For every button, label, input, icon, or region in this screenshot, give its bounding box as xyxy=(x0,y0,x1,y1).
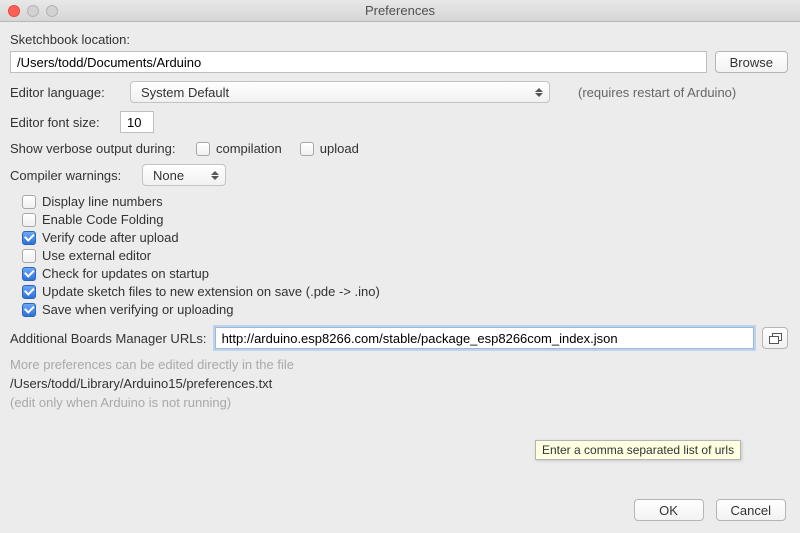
select-arrows-icon xyxy=(535,88,543,97)
update-sketch-extension-label: Update sketch files to new extension on … xyxy=(42,284,380,299)
urls-tooltip: Enter a comma separated list of urls xyxy=(535,440,741,460)
titlebar: Preferences xyxy=(0,0,800,22)
language-hint: (requires restart of Arduino) xyxy=(578,85,736,100)
window-title: Preferences xyxy=(0,3,800,18)
dialog-footer: OK Cancel xyxy=(634,499,786,521)
editor-language-select[interactable]: System Default xyxy=(130,81,550,103)
verify-code-after-upload-checkbox[interactable] xyxy=(22,231,36,245)
browse-button[interactable]: Browse xyxy=(715,51,788,73)
compiler-warnings-select[interactable]: None xyxy=(142,164,226,186)
update-sketch-extension-checkbox[interactable] xyxy=(22,285,36,299)
enable-code-folding-checkbox[interactable] xyxy=(22,213,36,227)
editor-language-label: Editor language: xyxy=(10,85,122,100)
select-arrows-icon xyxy=(211,171,219,180)
display-line-numbers-checkbox[interactable] xyxy=(22,195,36,209)
font-size-input[interactable] xyxy=(120,111,154,133)
compilation-label: compilation xyxy=(216,141,282,156)
enable-code-folding-label: Enable Code Folding xyxy=(42,212,163,227)
editor-language-value: System Default xyxy=(141,85,229,100)
sketchbook-path-input[interactable] xyxy=(10,51,707,73)
upload-checkbox[interactable] xyxy=(300,142,314,156)
additional-urls-label: Additional Boards Manager URLs: xyxy=(10,331,207,346)
edit-only-note: (edit only when Arduino is not running) xyxy=(10,395,788,410)
save-when-verifying-label: Save when verifying or uploading xyxy=(42,302,234,317)
check-for-updates-label: Check for updates on startup xyxy=(42,266,209,281)
verify-code-after-upload-label: Verify code after upload xyxy=(42,230,179,245)
ok-button[interactable]: OK xyxy=(634,499,704,521)
font-size-label: Editor font size: xyxy=(10,115,112,130)
preferences-file-path: /Users/todd/Library/Arduino15/preference… xyxy=(10,376,788,391)
compilation-checkbox[interactable] xyxy=(196,142,210,156)
more-prefs-line: More preferences can be edited directly … xyxy=(10,357,788,372)
compiler-warnings-label: Compiler warnings: xyxy=(10,168,134,183)
additional-urls-input[interactable] xyxy=(215,327,754,349)
verbose-label: Show verbose output during: xyxy=(10,141,188,156)
save-when-verifying-checkbox[interactable] xyxy=(22,303,36,317)
check-for-updates-checkbox[interactable] xyxy=(22,267,36,281)
use-external-editor-checkbox[interactable] xyxy=(22,249,36,263)
window-stack-icon xyxy=(769,333,782,344)
use-external-editor-label: Use external editor xyxy=(42,248,151,263)
upload-label: upload xyxy=(320,141,359,156)
sketchbook-label: Sketchbook location: xyxy=(10,32,130,47)
additional-urls-expand-button[interactable] xyxy=(762,327,788,349)
display-line-numbers-label: Display line numbers xyxy=(42,194,163,209)
cancel-button[interactable]: Cancel xyxy=(716,499,786,521)
compiler-warnings-value: None xyxy=(153,168,184,183)
